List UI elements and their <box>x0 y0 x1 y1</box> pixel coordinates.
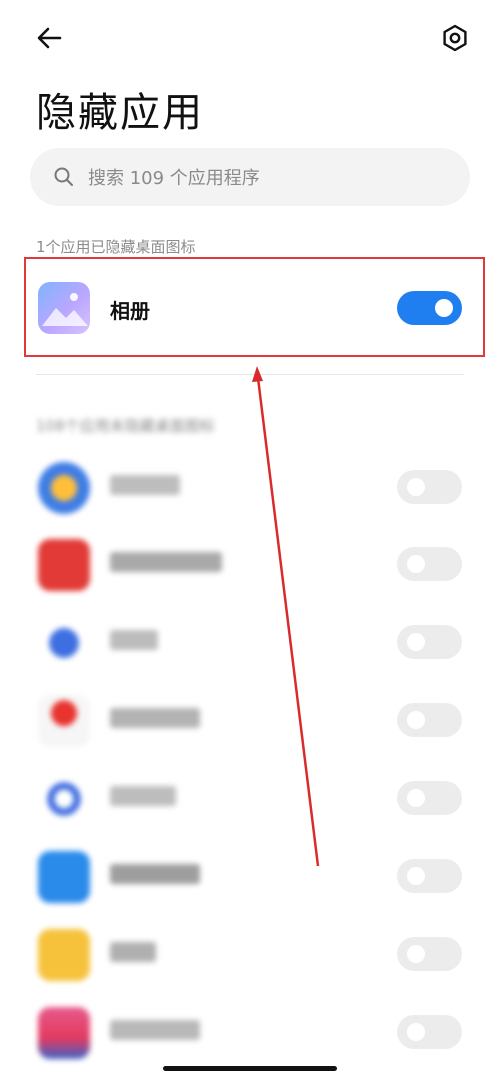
app-row[interactable] <box>0 530 500 600</box>
toggle-knob <box>407 789 425 807</box>
app-name <box>110 942 156 962</box>
highlight-annotation-box <box>24 257 485 357</box>
blurred-app-icon <box>38 617 90 669</box>
blurred-app-icon <box>38 462 90 514</box>
app-name <box>110 552 222 572</box>
gear-icon <box>443 24 467 52</box>
app-name <box>110 864 200 884</box>
app-name <box>110 475 180 495</box>
app-row[interactable] <box>0 920 500 990</box>
app-row[interactable] <box>0 764 500 834</box>
app-name <box>110 708 200 728</box>
toggle-knob <box>407 711 425 729</box>
hide-toggle[interactable] <box>397 781 462 815</box>
blurred-app-icon <box>38 1007 90 1059</box>
app-row[interactable] <box>0 686 500 756</box>
top-bar <box>0 0 500 80</box>
hidden-apps-label: 1个应用已隐藏桌面图标 <box>36 238 196 256</box>
blurred-app-icon <box>38 539 90 591</box>
blurred-app-icon <box>38 929 90 981</box>
arrow-left-icon <box>37 27 62 49</box>
hide-toggle[interactable] <box>397 470 462 504</box>
hide-toggle[interactable] <box>397 937 462 971</box>
home-indicator[interactable] <box>163 1066 337 1071</box>
app-name <box>110 630 158 650</box>
app-row[interactable] <box>0 608 500 678</box>
toggle-knob <box>407 478 425 496</box>
hide-toggle[interactable] <box>397 547 462 581</box>
hide-toggle[interactable] <box>397 1015 462 1049</box>
section-divider <box>36 374 464 375</box>
app-name <box>110 786 176 806</box>
app-row[interactable] <box>0 998 500 1068</box>
blurred-app-icon <box>38 773 90 825</box>
toggle-knob <box>407 945 425 963</box>
hide-toggle[interactable] <box>397 625 462 659</box>
page-title: 隐藏应用 <box>36 90 204 136</box>
hide-toggle[interactable] <box>397 859 462 893</box>
app-row[interactable] <box>0 842 500 912</box>
blurred-app-icon <box>38 695 90 747</box>
search-input[interactable]: 搜索 109 个应用程序 <box>30 148 470 206</box>
search-placeholder: 搜索 109 个应用程序 <box>88 168 260 189</box>
app-name <box>110 1020 200 1040</box>
toggle-knob <box>407 1023 425 1041</box>
toggle-knob <box>407 867 425 885</box>
hide-toggle[interactable] <box>397 703 462 737</box>
toggle-knob <box>407 555 425 573</box>
settings-button[interactable] <box>435 18 475 58</box>
visible-apps-label: 108个应用未隐藏桌面图标 <box>36 417 215 435</box>
search-icon <box>54 167 73 186</box>
app-row[interactable] <box>0 453 500 523</box>
blurred-app-icon <box>38 851 90 903</box>
back-button[interactable] <box>30 20 70 56</box>
toggle-knob <box>407 633 425 651</box>
